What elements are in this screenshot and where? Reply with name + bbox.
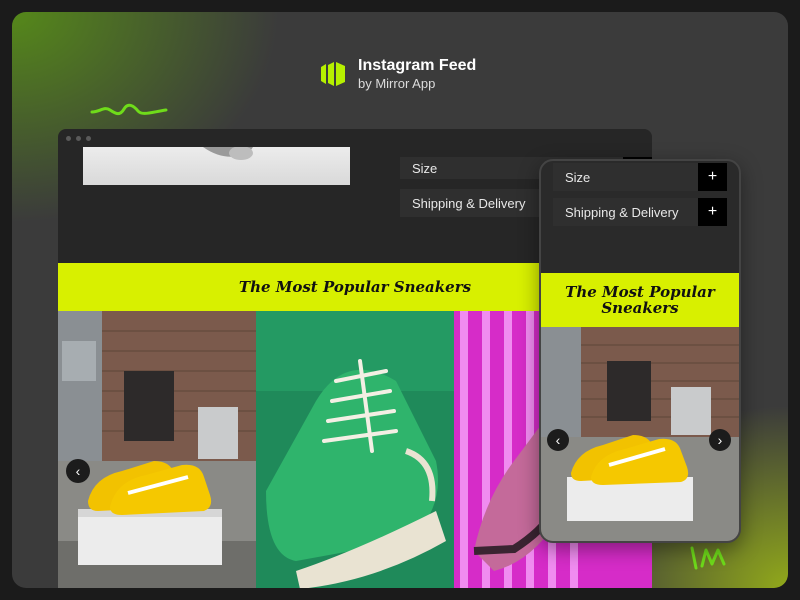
window-dot <box>86 135 91 141</box>
mobile-preview: Size + Shipping & Delivery + The Most Po… <box>539 159 741 543</box>
yellow-sneakers-photo[interactable] <box>58 311 256 588</box>
mobile-banner-title: The Most Popular Sneakers <box>565 283 715 317</box>
mobile-size-accordion-row[interactable]: Size + <box>553 163 727 191</box>
brand-title: Instagram Feed <box>358 57 477 74</box>
window-titlebar <box>58 129 652 147</box>
chevron-left-icon: ‹ <box>555 432 561 448</box>
window-dot <box>66 135 71 141</box>
showcase-card: Instagram Feed by Mirror App Size + Ship… <box>12 12 788 588</box>
mobile-shipping-accordion-row[interactable]: Shipping & Delivery + <box>553 198 727 226</box>
chevron-right-icon: › <box>717 432 723 448</box>
decorative-squiggle-bottom <box>690 546 726 570</box>
mobile-size-label: Size <box>565 169 591 185</box>
window-dot <box>76 135 81 141</box>
product-detail-graphic <box>203 147 253 160</box>
product-image <box>83 147 350 185</box>
shipping-label: Shipping & Delivery <box>412 195 526 211</box>
plus-icon[interactable]: + <box>698 163 727 191</box>
chevron-left-icon: ‹ <box>75 463 81 479</box>
brand-subtitle: by Mirror App <box>358 76 436 91</box>
decorative-squiggle-top <box>90 103 168 116</box>
banner-title: The Most Popular Sneakers <box>238 278 472 296</box>
green-sneakers-photo[interactable] <box>256 311 454 588</box>
plus-icon[interactable]: + <box>698 198 727 226</box>
mobile-feed-next-button[interactable]: › <box>709 429 731 451</box>
feed-prev-button[interactable]: ‹ <box>66 459 90 483</box>
mobile-feed-prev-button[interactable]: ‹ <box>547 429 569 451</box>
mobile-section-banner: The Most Popular Sneakers <box>541 273 739 327</box>
mirror-app-logo <box>321 62 345 86</box>
size-label: Size <box>412 160 438 176</box>
brand-header: Instagram Feed by Mirror App <box>320 56 476 92</box>
mobile-shipping-label: Shipping & Delivery <box>565 204 679 220</box>
